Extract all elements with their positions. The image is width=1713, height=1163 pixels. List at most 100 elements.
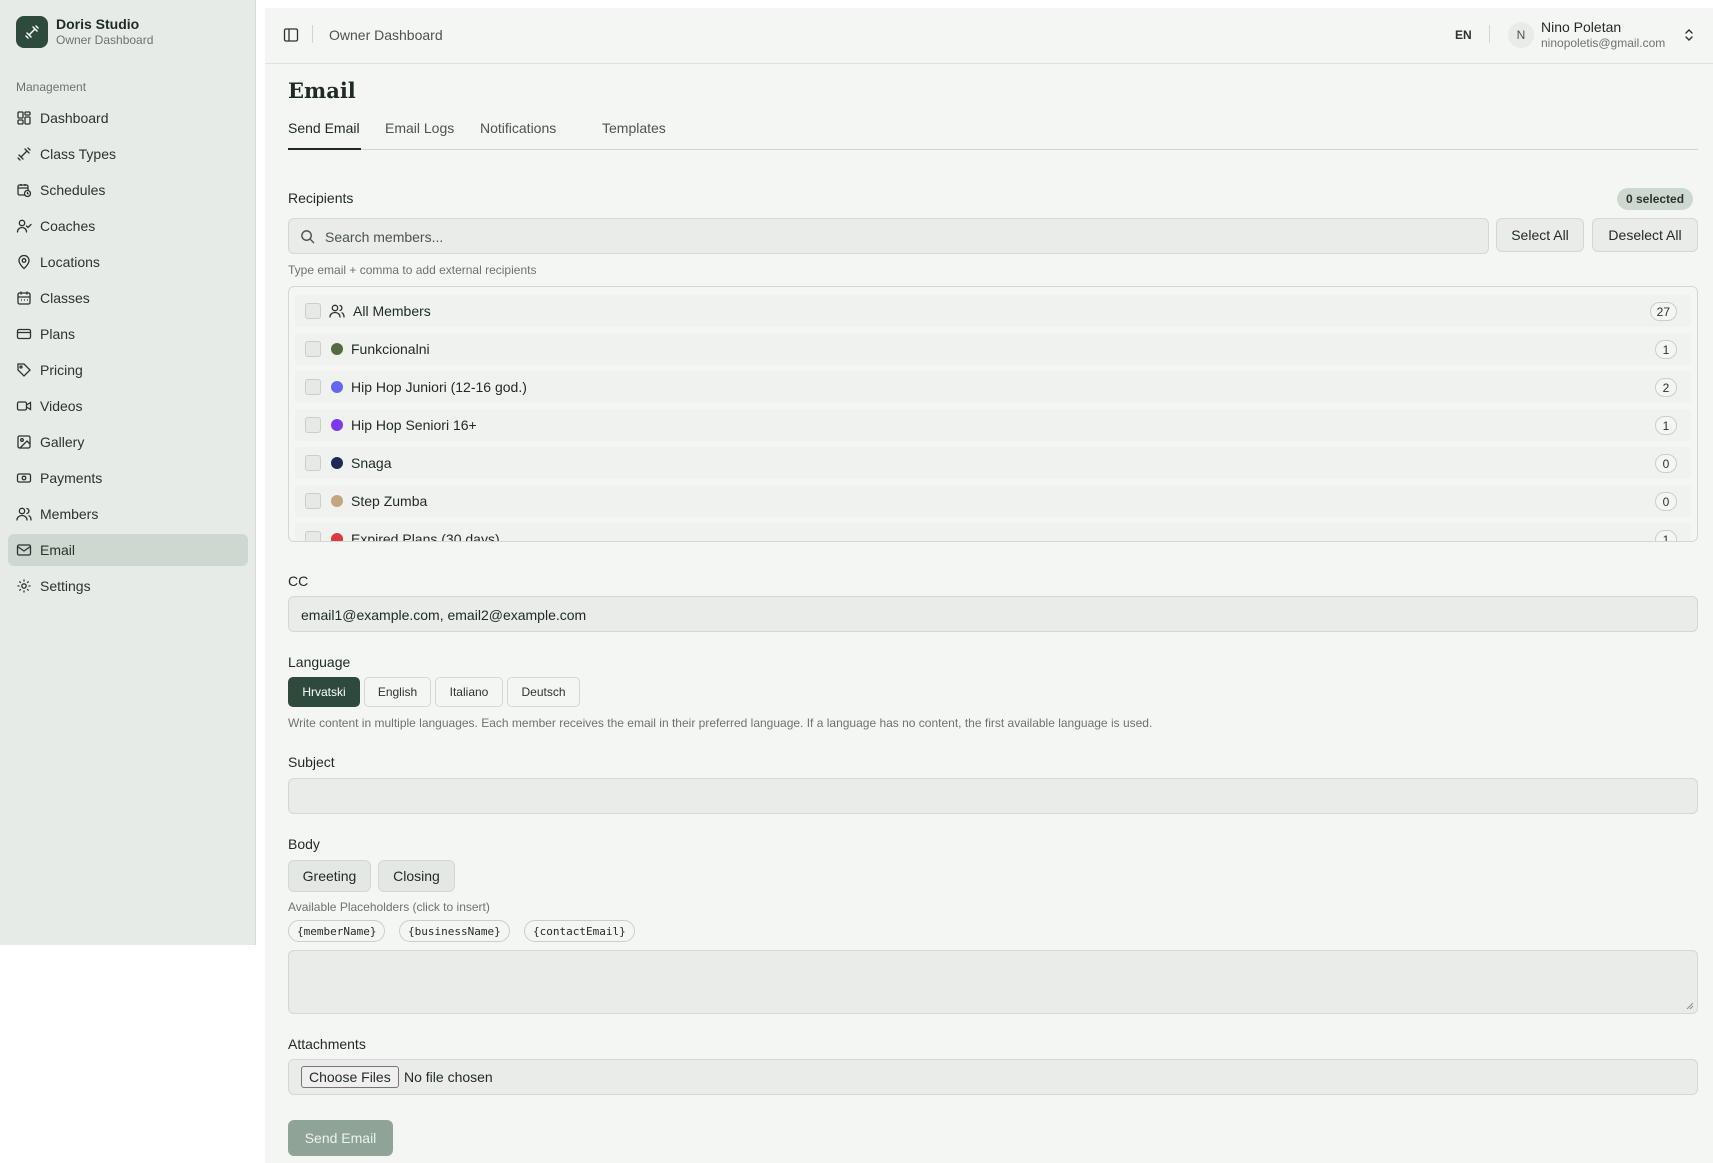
checkbox[interactable] xyxy=(305,341,321,357)
sidebar-item-locations[interactable]: Locations xyxy=(8,246,248,278)
placeholder-business-name[interactable]: {businessName} xyxy=(399,920,510,942)
sidebar-item-videos[interactable]: Videos xyxy=(8,390,248,422)
greeting-button[interactable]: Greeting xyxy=(288,860,371,892)
user-name: Nino Poletan xyxy=(1541,19,1622,35)
calendar-icon xyxy=(17,291,31,305)
sidebar-nav: Dashboard Class Types Schedules Coaches … xyxy=(8,102,248,606)
color-dot xyxy=(331,495,343,507)
list-item[interactable]: Hip Hop Juniori (12-16 god.) 2 xyxy=(295,371,1691,403)
sidebar-item-members[interactable]: Members xyxy=(8,498,248,530)
nav-group-label: Management xyxy=(16,80,87,94)
sidebar-item-classes[interactable]: Classes xyxy=(8,282,248,314)
language-option-italiano[interactable]: Italiano xyxy=(435,677,503,707)
checkbox[interactable] xyxy=(305,417,321,433)
body-textarea[interactable] xyxy=(288,950,1698,1014)
mail-icon xyxy=(16,544,32,556)
tab-templates[interactable]: Templates xyxy=(602,120,666,136)
checkbox[interactable] xyxy=(305,493,321,509)
language-option-english[interactable]: English xyxy=(364,677,431,707)
sidebar-item-email[interactable]: Email xyxy=(8,534,248,566)
tab-send-email[interactable]: Send Email xyxy=(288,120,360,136)
sidebar-item-label: Gallery xyxy=(40,434,85,450)
group-count: 2 xyxy=(1655,378,1677,397)
language-switcher[interactable]: EN xyxy=(1455,28,1472,42)
sidebar-item-label: Coaches xyxy=(40,218,96,234)
language-label: Language xyxy=(288,654,351,670)
app-root: Doris Studio Owner Dashboard Management … xyxy=(0,0,1713,1163)
list-item[interactable]: Hip Hop Seniori 16+ 1 xyxy=(295,409,1691,441)
recipient-groups-list[interactable]: All Members 27 Funkcionalni 1 Hip Hop Ju… xyxy=(288,286,1698,542)
divider xyxy=(1489,25,1490,43)
group-label: Step Zumba xyxy=(351,493,428,509)
map-pin-icon xyxy=(18,254,30,270)
sidebar-item-gallery[interactable]: Gallery xyxy=(8,426,248,458)
list-item[interactable]: Snaga 0 xyxy=(295,447,1691,479)
avatar[interactable]: N xyxy=(1508,22,1534,48)
group-count: 27 xyxy=(1649,302,1677,321)
language-option-hrvatski[interactable]: Hrvatski xyxy=(288,677,360,707)
sidebar-item-label: Plans xyxy=(40,326,76,342)
color-dot xyxy=(331,343,343,355)
sidebar-item-schedules[interactable]: Schedules xyxy=(8,174,248,206)
placeholder-member-name[interactable]: {memberName} xyxy=(288,920,386,942)
brand-subtitle: Owner Dashboard xyxy=(56,33,154,47)
group-label: Hip Hop Seniori 16+ xyxy=(351,417,477,433)
sidebar-item-dashboard[interactable]: Dashboard xyxy=(8,102,248,134)
member-search-input[interactable]: Search members... xyxy=(288,218,1489,254)
sidebar-item-settings[interactable]: Settings xyxy=(8,570,248,602)
group-label: Hip Hop Juniori (12-16 god.) xyxy=(351,379,527,395)
checkbox[interactable] xyxy=(305,455,321,471)
gear-icon xyxy=(17,579,31,593)
send-email-button[interactable]: Send Email xyxy=(288,1120,393,1156)
list-item[interactable]: Funkcionalni 1 xyxy=(295,333,1691,365)
group-label: Funkcionalni xyxy=(351,341,430,357)
brand[interactable]: Doris Studio Owner Dashboard xyxy=(16,16,153,48)
sidebar-item-coaches[interactable]: Coaches xyxy=(8,210,248,242)
active-tab-indicator xyxy=(288,148,361,150)
placeholder-contact-email[interactable]: {contactEmail} xyxy=(524,920,635,942)
brand-name: Doris Studio xyxy=(56,16,140,32)
group-count: 0 xyxy=(1655,492,1677,511)
breadcrumb: Owner Dashboard xyxy=(329,27,443,43)
tab-notifications[interactable]: Notifications xyxy=(480,120,556,136)
users-icon xyxy=(329,304,345,318)
subject-field[interactable] xyxy=(288,778,1698,814)
selected-count-badge: 0 selected xyxy=(1617,188,1694,210)
deselect-all-button[interactable]: Deselect All xyxy=(1592,218,1698,252)
cc-field[interactable]: email1@example.com, email2@example.com xyxy=(288,596,1698,632)
sidebar-toggle-icon[interactable] xyxy=(283,27,299,43)
user-check-icon xyxy=(16,219,32,233)
sidebar-item-payments[interactable]: Payments xyxy=(8,462,248,494)
list-item[interactable]: Expired Plans (30 days) 1 xyxy=(295,523,1691,541)
sidebar-item-class-types[interactable]: Class Types xyxy=(8,138,248,170)
sidebar-item-label: Videos xyxy=(40,398,83,414)
group-count: 0 xyxy=(1655,454,1677,473)
language-option-deutsch[interactable]: Deutsch xyxy=(507,677,580,707)
checkbox[interactable] xyxy=(305,303,321,319)
sidebar-item-pricing[interactable]: Pricing xyxy=(8,354,248,386)
topbar: Owner Dashboard EN N Nino Poletan ninopo… xyxy=(265,8,1713,64)
select-all-button[interactable]: Select All xyxy=(1496,218,1584,252)
recipients-label: Recipients xyxy=(288,190,354,206)
choose-files-button[interactable]: Choose Files xyxy=(301,1066,399,1088)
chevrons-up-down-icon[interactable] xyxy=(1682,27,1696,43)
user-menu[interactable]: Nino Poletan ninopoletis@gmail.com xyxy=(1541,19,1665,51)
checkbox[interactable] xyxy=(305,379,321,395)
closing-button[interactable]: Closing xyxy=(378,860,455,892)
list-item[interactable]: Step Zumba 0 xyxy=(295,485,1691,517)
sidebar-item-label: Payments xyxy=(40,470,103,486)
tab-email-logs[interactable]: Email Logs xyxy=(385,120,454,136)
sidebar-item-label: Members xyxy=(40,506,99,522)
resize-handle-icon[interactable] xyxy=(1686,1002,1694,1010)
checkbox[interactable] xyxy=(305,531,321,541)
video-icon xyxy=(16,401,32,411)
sidebar: Doris Studio Owner Dashboard Management … xyxy=(0,0,256,945)
attachments-field[interactable]: Choose Files No file chosen xyxy=(288,1059,1698,1095)
divider xyxy=(312,25,313,43)
color-dot xyxy=(331,381,343,393)
sidebar-item-plans[interactable]: Plans xyxy=(8,318,248,350)
list-item-all-members[interactable]: All Members 27 xyxy=(295,295,1691,327)
dumbbell-icon xyxy=(16,16,48,48)
sidebar-item-label: Pricing xyxy=(40,362,83,378)
dashboard-icon xyxy=(17,111,31,125)
